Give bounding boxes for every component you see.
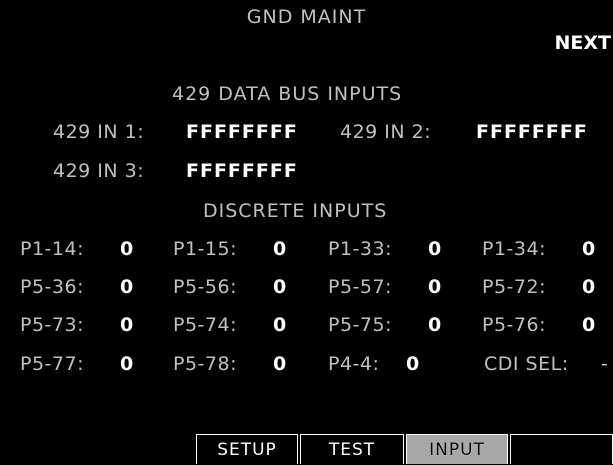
bus-inputs-heading: 429 DATA BUS INPUTS xyxy=(172,83,403,105)
discrete-label: P1-15: xyxy=(173,238,237,260)
discrete-label: P1-14: xyxy=(20,238,84,260)
discrete-inputs-heading: DISCRETE INPUTS xyxy=(203,200,388,222)
discrete-label: P5-36: xyxy=(20,276,84,298)
discrete-value: 0 xyxy=(273,314,288,336)
tab-input[interactable]: INPUT xyxy=(406,434,508,464)
discrete-value: - xyxy=(601,353,609,375)
bus-in3-value: FFFFFFFF xyxy=(186,160,298,182)
bus-in3-label: 429 IN 3: xyxy=(53,160,145,182)
discrete-value: 0 xyxy=(120,314,135,336)
bottom-tab-bar: SETUP TEST INPUT xyxy=(196,434,613,465)
bus-in2-label: 429 IN 2: xyxy=(340,121,432,143)
bus-in1-label: 429 IN 1: xyxy=(53,121,145,143)
discrete-value: 0 xyxy=(120,276,135,298)
discrete-value: 0 xyxy=(582,276,597,298)
discrete-label: CDI SEL: xyxy=(484,353,569,375)
discrete-label: P5-74: xyxy=(173,314,237,336)
discrete-value: 0 xyxy=(582,314,597,336)
discrete-label: P1-33: xyxy=(328,238,392,260)
discrete-value: 0 xyxy=(428,314,443,336)
bus-in1-value: FFFFFFFF xyxy=(186,121,298,143)
discrete-label: P5-78: xyxy=(173,353,237,375)
tab-test[interactable]: TEST xyxy=(300,434,404,464)
discrete-label: P5-75: xyxy=(328,314,392,336)
discrete-value: 0 xyxy=(273,238,288,260)
tab-setup[interactable]: SETUP xyxy=(196,434,298,464)
discrete-value: 0 xyxy=(428,238,443,260)
discrete-label: P5-73: xyxy=(20,314,84,336)
page-title: GND MAINT xyxy=(246,6,367,28)
discrete-label: P5-57: xyxy=(328,276,392,298)
discrete-value: 0 xyxy=(120,238,135,260)
discrete-label: P5-77: xyxy=(20,353,84,375)
discrete-value: 0 xyxy=(120,353,135,375)
discrete-label: P4-4: xyxy=(328,353,380,375)
discrete-value: 0 xyxy=(406,353,421,375)
ground-maintenance-screen: GND MAINT NEXT 429 DATA BUS INPUTS 429 I… xyxy=(0,0,613,465)
discrete-value: 0 xyxy=(273,353,288,375)
next-button[interactable]: NEXT xyxy=(555,34,612,53)
discrete-label: P5-72: xyxy=(482,276,546,298)
bus-in2-value: FFFFFFFF xyxy=(476,121,588,143)
discrete-label: P5-56: xyxy=(173,276,237,298)
discrete-label: P1-34: xyxy=(482,238,546,260)
discrete-value: 0 xyxy=(428,276,443,298)
discrete-value: 0 xyxy=(273,276,288,298)
discrete-value: 0 xyxy=(582,238,597,260)
tab-blank[interactable] xyxy=(510,434,613,464)
discrete-label: P5-76: xyxy=(482,314,546,336)
